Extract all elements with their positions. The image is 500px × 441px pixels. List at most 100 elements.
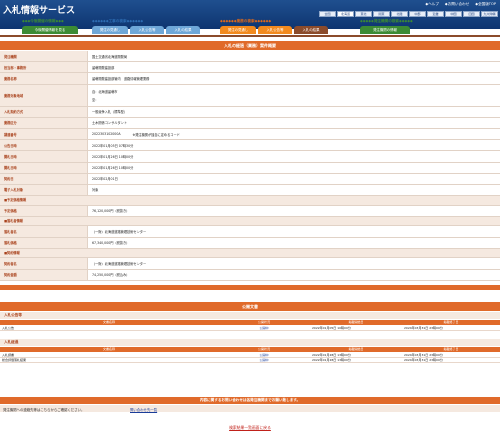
- col-end: 掲載終了日: [443, 320, 459, 324]
- region-tab-chubu[interactable]: 中部: [409, 11, 426, 17]
- detail-row: 業務対象地域 自：北海道留萌市 至：: [0, 84, 500, 107]
- row-value: 2022303102000A ※発注機関が独自に定めるコード: [92, 132, 180, 137]
- table-row: 入札公告 公開中 2022年01月05日 10時00分 2024年03月31日 …: [0, 325, 500, 331]
- category-services: ◆◆◆◆◆◆業務の検索◆◆◆◆◆◆: [220, 19, 272, 23]
- detail-row: 調達番号 2022303102000A ※発注機関が独自に定めるコード: [0, 128, 500, 141]
- help-link[interactable]: ◆ヘルプ: [425, 2, 439, 7]
- doc-name: 総合評価落札結果: [2, 358, 27, 362]
- doc-status-link[interactable]: 公開中: [218, 353, 310, 357]
- national-top-link[interactable]: ◆全国版TOP: [475, 2, 496, 7]
- doc-status-link[interactable]: 公開中: [218, 358, 310, 362]
- inquiry-contact-link[interactable]: 問い合わせ先一覧: [130, 407, 157, 412]
- region-tab-hokuriku[interactable]: 北陸: [391, 11, 408, 17]
- inquiry-title: 内容に関するお問い合わせは各発注機関までお願い致します。: [0, 397, 500, 404]
- doc-start: 2022年01月05日 10時00分: [312, 325, 351, 330]
- row-value: 国土交通省北海道開発局: [92, 54, 128, 59]
- detail-row: 予定価格 76,120,000円（税抜き）: [0, 205, 500, 217]
- col-doc-name: 文書名称: [102, 320, 115, 324]
- doc-end: 2024年03月31日 23時00分: [404, 325, 443, 330]
- col-start: 掲載開始日: [348, 320, 364, 324]
- detail-row: 業務区分 土木関係コンサルタント: [0, 117, 500, 129]
- row-label: 契約日: [0, 173, 88, 184]
- detail-row: 開札日時 2022年01月26日 10時00分: [0, 151, 500, 163]
- works-plan-button[interactable]: 発注の見通し: [92, 26, 128, 34]
- services-plan-button[interactable]: 発注の見通し: [220, 26, 256, 34]
- row-label: 公告日時: [0, 140, 88, 151]
- row-label: 予定価格: [0, 205, 88, 216]
- inquiry-row: 発注機関への連絡先等はこちらからご確認ください。 問い合わせ先一覧: [0, 405, 500, 412]
- region-tabs: 全国 北海道 東北 関東 北陸 中部 近畿 中国 四国 九州沖縄: [319, 11, 498, 17]
- future-info-button[interactable]: 今後開催情報を見る: [22, 26, 78, 34]
- region-tab-shikoku[interactable]: 四国: [463, 11, 480, 17]
- category-row: ◆◆◆今後開催の情報◆◆◆ ◆◆◆◆◆◆工事の検索◆◆◆◆◆◆ ◆◆◆◆◆◆業務…: [0, 19, 500, 25]
- category-ordering: ◆◆◆◆◆発注機関の検索◆◆◆◆◆: [360, 19, 413, 23]
- services-announce-button[interactable]: 入札公告等: [258, 26, 292, 34]
- works-result-button[interactable]: 入札の結果: [166, 26, 200, 34]
- row-value: 67,340,000円（税抜き）: [92, 241, 130, 246]
- row-value: （一財）北海道道路管理技術センター: [92, 262, 147, 266]
- category-future: ◆◆◆今後開催の情報◆◆◆: [22, 19, 64, 23]
- back-to-results-link[interactable]: 検索結果一覧画面に戻る: [0, 425, 500, 431]
- row-value: 一般競争入札（標準型）: [92, 110, 128, 115]
- doc-name: 入札調書: [2, 352, 15, 357]
- row-value: 留萌開発建設部: [92, 65, 115, 70]
- row-value: 74,250,000円（税込み）: [92, 273, 130, 278]
- row-value: 2022年02月01日: [92, 177, 118, 182]
- row-label: 業務名称: [0, 73, 88, 84]
- announce-section-header: 入札公告等: [0, 312, 500, 319]
- contract-group-header: ■契約情報: [0, 248, 500, 259]
- detail-row: 開札日時 2022年01月26日 10時00分: [0, 162, 500, 174]
- table-row: 総合評価落札結果 公開中 2022年01月28日 13時00分 2024年03月…: [0, 358, 500, 364]
- nav-divider: [0, 35, 500, 37]
- col-end: 掲載終了日: [443, 347, 459, 351]
- works-announce-button[interactable]: 入札公告等: [130, 26, 164, 34]
- winner-group-header: ■落札者情報: [0, 216, 500, 227]
- row-label: 電子入札対象: [0, 184, 88, 196]
- region-tab-kanto[interactable]: 関東: [373, 11, 390, 17]
- row-value: （一財）北海道道路管理技術センター: [92, 230, 147, 235]
- region-tab-kinki[interactable]: 近畿: [427, 11, 444, 17]
- row-label: 契約金額: [0, 269, 88, 280]
- row-label: 発注機関: [0, 51, 88, 62]
- category-works: ◆◆◆◆◆◆工事の検索◆◆◆◆◆◆: [92, 19, 144, 23]
- header-links: ◆ヘルプ ◆お問い合わせ ◆全国版TOP: [425, 2, 496, 7]
- services-result-button[interactable]: 入札の結果: [294, 26, 328, 34]
- row-label: 落札価格: [0, 237, 88, 248]
- doc-start: 2022年01月28日 13時00分: [312, 358, 351, 362]
- row-label: 落札者名: [0, 226, 88, 237]
- row-label: 調達番号: [0, 128, 88, 140]
- row-label: 担当部・事務所: [0, 62, 88, 73]
- region-tab-tohoku[interactable]: 東北: [355, 11, 372, 17]
- row-label: 入札契約方式: [0, 106, 88, 117]
- doc-name: 入札公告: [2, 325, 15, 330]
- row-label: 契約者名: [0, 258, 88, 269]
- region-tab-kyushu[interactable]: 九州沖縄: [481, 11, 498, 17]
- ordering-info-button[interactable]: 発注機関の情報: [360, 26, 410, 34]
- row-value: 76,120,000円（税抜き）: [92, 209, 130, 214]
- doc-start: 2022年01月28日 13時00分: [312, 352, 351, 357]
- row-value: 2022年01月05日 07時30分: [92, 143, 134, 148]
- detail-row: 公告日時 2022年01月05日 07時30分: [0, 140, 500, 152]
- announce-table-header: 文書名称 公開状況 掲載開始日 掲載終了日: [0, 320, 500, 325]
- row-value: 自：北海道留萌市 至：: [92, 89, 118, 102]
- doc-end: 2024年03月31日 23時00分: [404, 358, 443, 362]
- row-value: 2022年01月26日 10時00分: [92, 166, 134, 171]
- detail-row: 落札価格 67,340,000円（税抜き）: [0, 237, 500, 249]
- result-section-header: 入札経過: [0, 339, 500, 346]
- row-value: 土木関係コンサルタント: [92, 121, 128, 126]
- region-tab-chugoku[interactable]: 中国: [445, 11, 462, 17]
- detail-row: 担当部・事務所 留萌開発建設部: [0, 62, 500, 74]
- row-label: 業務対象地域: [0, 84, 88, 106]
- detail-row: 落札者名 （一財）北海道道路管理技術センター: [0, 226, 500, 238]
- region-tab-zenkoku[interactable]: 全国: [319, 11, 336, 17]
- region-tab-hokkaido[interactable]: 北海道: [337, 11, 354, 17]
- doc-status-link[interactable]: 公開中: [218, 326, 310, 330]
- detail-footer-bar: [0, 285, 500, 290]
- doc-end: 2024年03月31日 23時00分: [404, 352, 443, 357]
- row-label: 開札日時: [0, 162, 88, 173]
- contact-link[interactable]: ◆お問い合わせ: [445, 2, 469, 7]
- detail-row: 入札契約方式 一般競争入札（標準型）: [0, 106, 500, 118]
- price-group-header: ■予定価格情報: [0, 196, 500, 206]
- detail-table: 発注機関 国土交通省北海道開発局 担当部・事務所 留萌開発建設部 業務名称 留萌開発建…: [0, 51, 500, 281]
- detail-row: 契約日 2022年02月01日: [0, 173, 500, 185]
